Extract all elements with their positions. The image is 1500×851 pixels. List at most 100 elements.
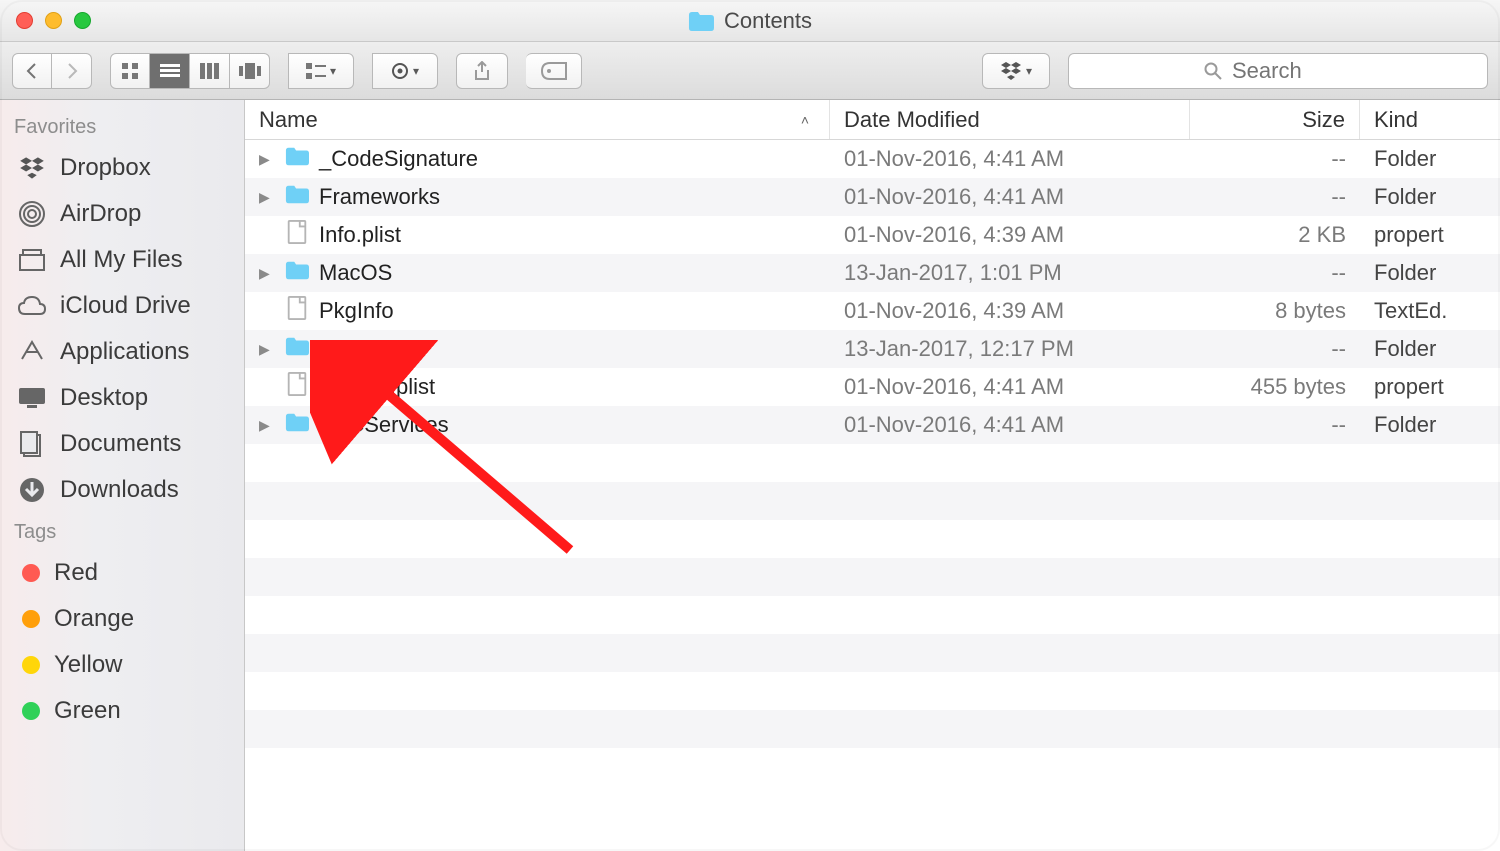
file-kind: Folder	[1360, 178, 1500, 216]
sidebar-item-icloud-drive[interactable]: iCloud Drive	[0, 283, 244, 329]
folder-icon	[285, 182, 309, 212]
file-kind: Folder	[1360, 140, 1500, 178]
list-view-button[interactable]	[150, 53, 190, 89]
disclosure-triangle-icon[interactable]: ▶	[259, 417, 275, 434]
sidebar-tag-orange[interactable]: Orange	[0, 596, 244, 642]
action-button[interactable]: ▾	[372, 53, 438, 89]
sidebar-item-label: Red	[54, 559, 98, 587]
sidebar-item-downloads[interactable]: Downloads	[0, 467, 244, 513]
file-kind: propert	[1360, 216, 1500, 254]
sidebar-item-label: Dropbox	[60, 154, 151, 182]
file-kind: Folder	[1360, 406, 1500, 444]
file-icon	[285, 372, 309, 402]
window-titlebar: Contents	[0, 0, 1500, 42]
arrange-button[interactable]: ▾	[288, 53, 354, 89]
column-header-name[interactable]: Name ˄	[245, 100, 830, 139]
file-row-info-plist[interactable]: Info.plist01-Nov-2016, 4:39 AM2 KBproper…	[245, 216, 1500, 254]
file-date: 01-Nov-2016, 4:41 AM	[830, 368, 1190, 406]
file-icon	[285, 296, 309, 326]
column-header-name-label: Name	[259, 107, 318, 133]
file-row-xpcservices[interactable]: ▶XPCServices01-Nov-2016, 4:41 AM--Folder	[245, 406, 1500, 444]
desktop-icon	[18, 384, 46, 412]
toolbar: ▾ ▾ ▾	[0, 42, 1500, 100]
minimize-window-button[interactable]	[45, 12, 62, 29]
file-date: 13-Jan-2017, 12:17 PM	[830, 330, 1190, 368]
file-name: XPCServices	[319, 412, 449, 438]
downloads-icon	[18, 476, 46, 504]
file-row-macos[interactable]: ▶MacOS13-Jan-2017, 1:01 PM--Folder	[245, 254, 1500, 292]
file-row-version-plist[interactable]: version.plist01-Nov-2016, 4:41 AM455 byt…	[245, 368, 1500, 406]
dropbox-toolbar-button[interactable]: ▾	[982, 53, 1050, 89]
disclosure-triangle-icon[interactable]: ▶	[259, 341, 275, 358]
tags-button[interactable]	[526, 53, 582, 89]
file-name: MacOS	[319, 260, 392, 286]
sidebar-item-documents[interactable]: Documents	[0, 421, 244, 467]
file-row-pkginfo[interactable]: PkgInfo01-Nov-2016, 4:39 AM8 bytesTextEd…	[245, 292, 1500, 330]
file-kind: propert	[1360, 368, 1500, 406]
file-kind: Folder	[1360, 254, 1500, 292]
dropbox-icon	[1000, 62, 1022, 80]
empty-row	[245, 520, 1500, 558]
icon-view-button[interactable]	[110, 53, 150, 89]
list-icon	[160, 63, 180, 79]
file-size: --	[1190, 178, 1360, 216]
file-name: Frameworks	[319, 184, 440, 210]
file-name: version.plist	[319, 374, 435, 400]
sidebar-item-applications[interactable]: Applications	[0, 329, 244, 375]
documents-icon	[18, 430, 46, 458]
chevron-down-icon: ▾	[330, 64, 336, 78]
disclosure-triangle-icon[interactable]: ▶	[259, 265, 275, 282]
back-button[interactable]	[12, 53, 52, 89]
coverflow-view-button[interactable]	[230, 53, 270, 89]
column-headers: Name ˄ Date Modified Size Kind	[245, 100, 1500, 140]
close-window-button[interactable]	[16, 12, 33, 29]
sidebar-tag-green[interactable]: Green	[0, 688, 244, 734]
file-kind: TextEd.	[1360, 292, 1500, 330]
icloud-icon	[18, 292, 46, 320]
file-row-frameworks[interactable]: ▶Frameworks01-Nov-2016, 4:41 AM--Folder	[245, 178, 1500, 216]
action-group: ▾	[372, 53, 438, 89]
share-button[interactable]	[456, 53, 508, 89]
sidebar-item-airdrop[interactable]: AirDrop	[0, 191, 244, 237]
empty-row	[245, 596, 1500, 634]
sidebar-item-desktop[interactable]: Desktop	[0, 375, 244, 421]
empty-row	[245, 710, 1500, 748]
empty-row	[245, 482, 1500, 520]
forward-button[interactable]	[52, 53, 92, 89]
column-view-button[interactable]	[190, 53, 230, 89]
dropbox-icon	[18, 154, 46, 182]
file-date: 01-Nov-2016, 4:39 AM	[830, 216, 1190, 254]
file-date: 01-Nov-2016, 4:41 AM	[830, 406, 1190, 444]
sidebar-tag-yellow[interactable]: Yellow	[0, 642, 244, 688]
sidebar-tag-red[interactable]: Red	[0, 550, 244, 596]
search-field[interactable]	[1068, 53, 1488, 89]
file-row-resources[interactable]: ▶Resources13-Jan-2017, 12:17 PM--Folder	[245, 330, 1500, 368]
sidebar-item-label: iCloud Drive	[60, 292, 191, 320]
tag-color-icon	[22, 610, 40, 628]
column-header-date[interactable]: Date Modified	[830, 100, 1190, 139]
arrange-group: ▾	[288, 53, 354, 89]
window-title: Contents	[688, 8, 812, 34]
disclosure-triangle-icon[interactable]: ▶	[259, 151, 275, 168]
folder-icon	[285, 258, 309, 288]
sidebar-item-label: Yellow	[54, 651, 123, 679]
search-input[interactable]	[1232, 58, 1352, 84]
window-controls	[16, 12, 91, 29]
sidebar-section-favorites: Favorites	[0, 108, 244, 145]
tag-color-icon	[22, 702, 40, 720]
sidebar-section-tags: Tags	[0, 513, 244, 550]
file-size: --	[1190, 254, 1360, 292]
share-icon	[474, 61, 490, 81]
file-size: 2 KB	[1190, 216, 1360, 254]
file-name: PkgInfo	[319, 298, 394, 324]
column-header-kind[interactable]: Kind	[1360, 100, 1500, 139]
column-header-size[interactable]: Size	[1190, 100, 1360, 139]
file-row--codesignature[interactable]: ▶_CodeSignature01-Nov-2016, 4:41 AM--Fol…	[245, 140, 1500, 178]
disclosure-triangle-icon[interactable]: ▶	[259, 189, 275, 206]
zoom-window-button[interactable]	[74, 12, 91, 29]
sidebar-item-all-my-files[interactable]: All My Files	[0, 237, 244, 283]
gear-icon	[391, 62, 409, 80]
file-size: --	[1190, 330, 1360, 368]
sidebar-item-label: Green	[54, 697, 121, 725]
sidebar-item-dropbox[interactable]: Dropbox	[0, 145, 244, 191]
